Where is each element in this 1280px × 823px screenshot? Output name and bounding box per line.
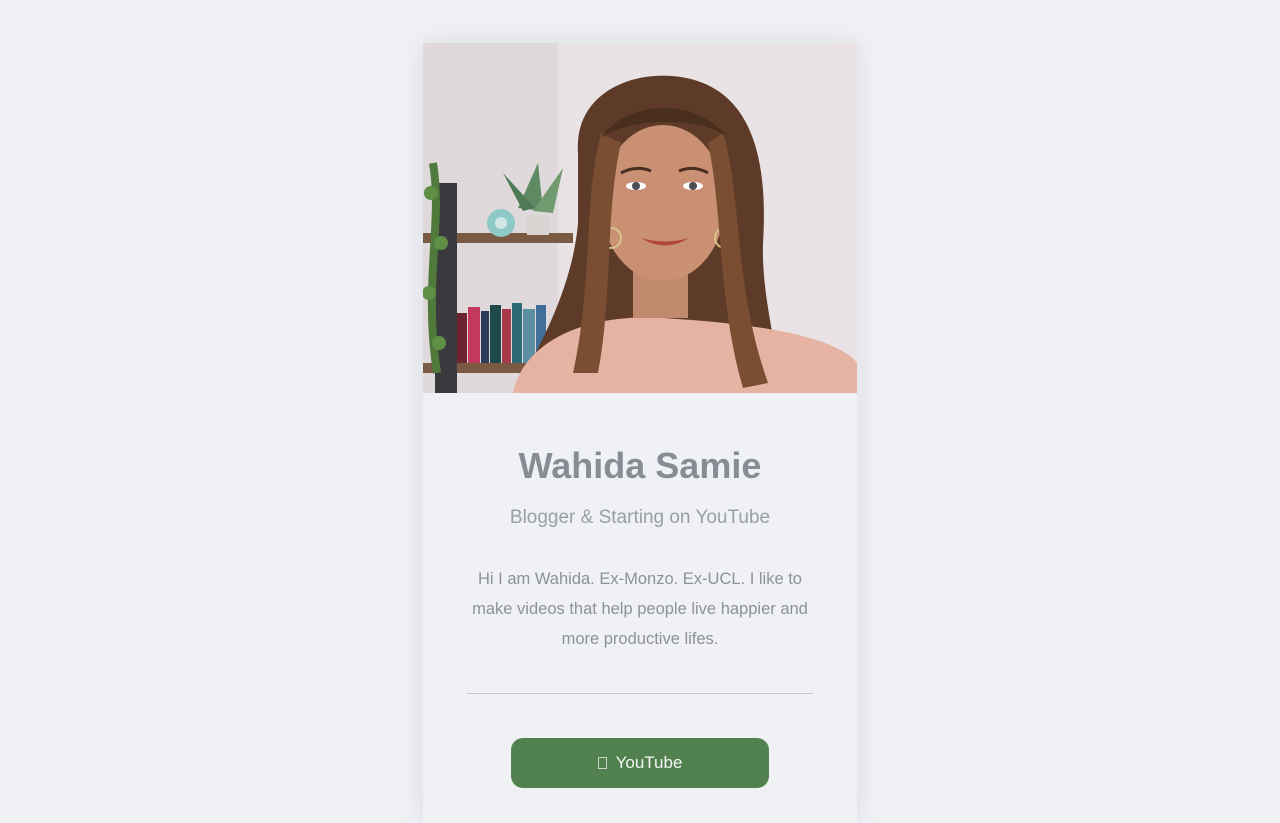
profile-name: Wahida Samie bbox=[518, 445, 762, 486]
youtube-link-label: YouTube bbox=[615, 753, 683, 772]
profile-photo bbox=[423, 43, 857, 393]
profile-photo-illustration bbox=[423, 43, 857, 393]
divider bbox=[467, 693, 813, 694]
youtube-icon bbox=[597, 757, 607, 769]
profile-bio: Hi I am Wahida. Ex-Monzo. Ex-UCL. I like… bbox=[472, 570, 808, 648]
profile-card: Wahida Samie Blogger & Starting on YouTu… bbox=[423, 43, 857, 823]
profile-tagline: Blogger & Starting on YouTube bbox=[509, 507, 771, 528]
youtube-link-button[interactable]: YouTube bbox=[511, 738, 769, 788]
